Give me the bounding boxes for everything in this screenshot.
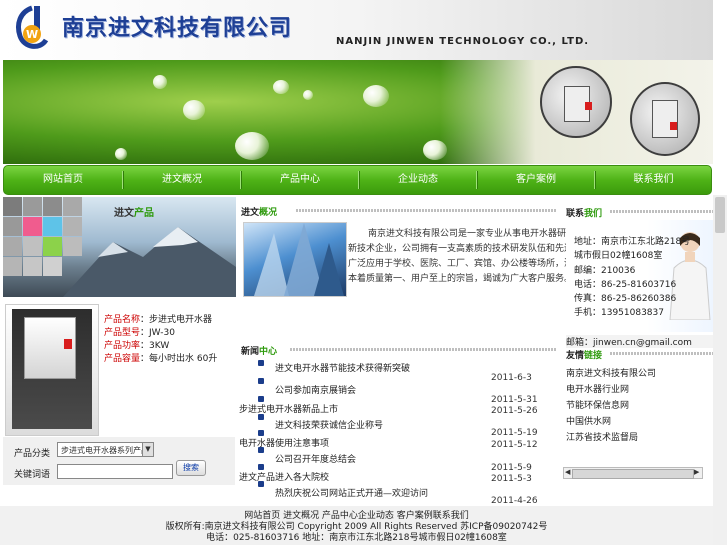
product-image[interactable]: [5, 304, 99, 436]
news-date: 2011-5-31: [491, 395, 538, 405]
chevron-down-icon[interactable]: ▼: [142, 442, 154, 457]
news-item[interactable]: 公司参加南京展销会: [275, 383, 356, 396]
company-name-en: NANJIN JINWEN TECHNOLOGY CO., LTD.: [336, 36, 590, 47]
news-item[interactable]: 步进式电开水器新品上市: [239, 402, 338, 415]
news-item[interactable]: 电开水器使用注意事项: [239, 436, 329, 449]
vertical-scrollbar[interactable]: [713, 195, 727, 545]
nav-home[interactable]: 网站首页: [4, 166, 122, 194]
company-logo[interactable]: W: [12, 4, 52, 54]
nav-about[interactable]: 进文概况: [124, 166, 240, 194]
nav-news[interactable]: 企业动态: [360, 166, 476, 194]
news-section-title: 新闻中心: [241, 347, 278, 357]
contact-address: 地址：南京市江东北路218号: [574, 237, 691, 247]
nav-products[interactable]: 产品中心: [242, 166, 358, 194]
scroll-thumb[interactable]: [715, 197, 725, 233]
news-item[interactable]: 进文电开水器节能技术获得新突破: [275, 361, 410, 374]
contact-phone: 电话：86-25-81603716: [574, 280, 677, 290]
about-section-title: 进文概况: [241, 208, 278, 218]
about-image: [243, 222, 347, 297]
section-divider: [610, 210, 713, 213]
banner-product-circle: [630, 82, 700, 156]
product-capacity-line: 产品容量：每小时出水 60升: [104, 354, 218, 364]
friend-link[interactable]: 南京进文科技有限公司: [566, 366, 656, 379]
bullet-icon: [258, 414, 264, 420]
products-section-title: 进文产品: [114, 208, 154, 219]
friend-link[interactable]: 中国供水网: [566, 414, 611, 427]
product-name-line: 产品名称：步进式电开水器: [104, 315, 213, 325]
news-item[interactable]: 进文产品进入各大院校: [239, 470, 329, 483]
nav-contact[interactable]: 联系我们: [596, 166, 711, 194]
contact-fax: 传真：86-25-86260386: [574, 294, 677, 304]
news-date: 2011-5-19: [491, 428, 538, 438]
friend-link[interactable]: 节能环保信息网: [566, 398, 629, 411]
section-divider: [296, 209, 556, 212]
horizontal-scrollbar[interactable]: ◀ ▶: [563, 467, 703, 479]
bullet-icon: [258, 447, 264, 453]
contact-email[interactable]: 邮箱：jinwen.cn@gmail.com: [566, 335, 713, 348]
section-divider: [610, 352, 713, 355]
news-date: 2011-5-3: [491, 474, 532, 484]
news-date: 2011-5-12: [491, 440, 538, 450]
news-item[interactable]: 进文科技荣获诚信企业称号: [275, 418, 383, 431]
nav-cases[interactable]: 客户案例: [478, 166, 594, 194]
scroll-left-icon[interactable]: ◀: [565, 468, 570, 476]
contact-address-2: 城市假日02幢1608室: [574, 251, 663, 261]
scroll-right-icon[interactable]: ▶: [694, 468, 699, 476]
friend-link[interactable]: 电开水器行业网: [566, 382, 629, 395]
main-nav: 网站首页 进文概况 产品中心 企业动态 客户案例 联系我们: [3, 165, 712, 195]
about-text-line: 本着质量第一、用户至上的宗旨，竭诚为广大客户服务。: [348, 274, 574, 284]
banner-product-circle: [540, 66, 612, 138]
contact-postcode: 邮编：210036: [574, 266, 636, 276]
svg-text:W: W: [26, 28, 38, 41]
news-item[interactable]: 热烈庆祝公司网站正式开通—欢迎访问: [275, 486, 428, 499]
product-power-line: 产品功率：3KW: [104, 341, 170, 351]
links-section-title: 友情链接: [566, 351, 603, 361]
bullet-icon: [258, 360, 264, 366]
news-date: 2011-6-3: [491, 373, 532, 383]
product-model-line: 产品型号：JW-30: [104, 328, 175, 338]
news-date: 2011-5-26: [491, 406, 538, 416]
category-label: 产品分类: [14, 449, 51, 459]
search-button[interactable]: 搜索: [176, 460, 206, 476]
keyword-input[interactable]: [57, 464, 173, 479]
friend-link[interactable]: 江苏省技术监督局: [566, 430, 638, 443]
contact-mobile: 手机：13951083837: [574, 308, 664, 318]
decorative-tiles: [3, 197, 103, 297]
section-divider: [290, 348, 556, 351]
bullet-icon: [258, 378, 264, 384]
category-select[interactable]: 步进式电开水器系列产品: [57, 442, 154, 457]
news-date: 2011-5-9: [491, 463, 532, 473]
company-name-cn: 南京进文科技有限公司: [62, 16, 293, 41]
news-item[interactable]: 公司召开年度总结会: [275, 452, 356, 465]
keyword-label: 关键词语: [14, 470, 51, 480]
news-date: 2011-4-26: [491, 496, 538, 506]
scroll-thumb[interactable]: [572, 469, 694, 479]
footer-contact: 电话：025-81603716 地址：南京市江东北路218号城市假日02幢160…: [206, 533, 507, 543]
contact-section-title: 联系我们: [566, 209, 603, 219]
bullet-icon: [258, 481, 264, 487]
